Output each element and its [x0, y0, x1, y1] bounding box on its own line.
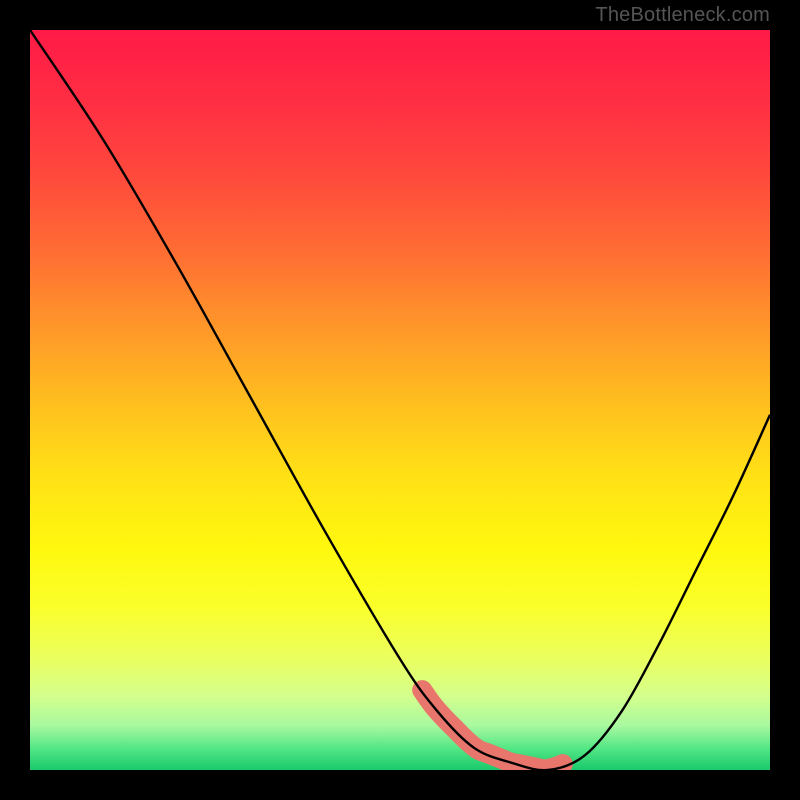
gradient-background — [30, 30, 770, 770]
chart-frame: TheBottleneck.com — [0, 0, 800, 800]
watermark-text: TheBottleneck.com — [595, 4, 770, 27]
plot-area — [30, 30, 770, 770]
